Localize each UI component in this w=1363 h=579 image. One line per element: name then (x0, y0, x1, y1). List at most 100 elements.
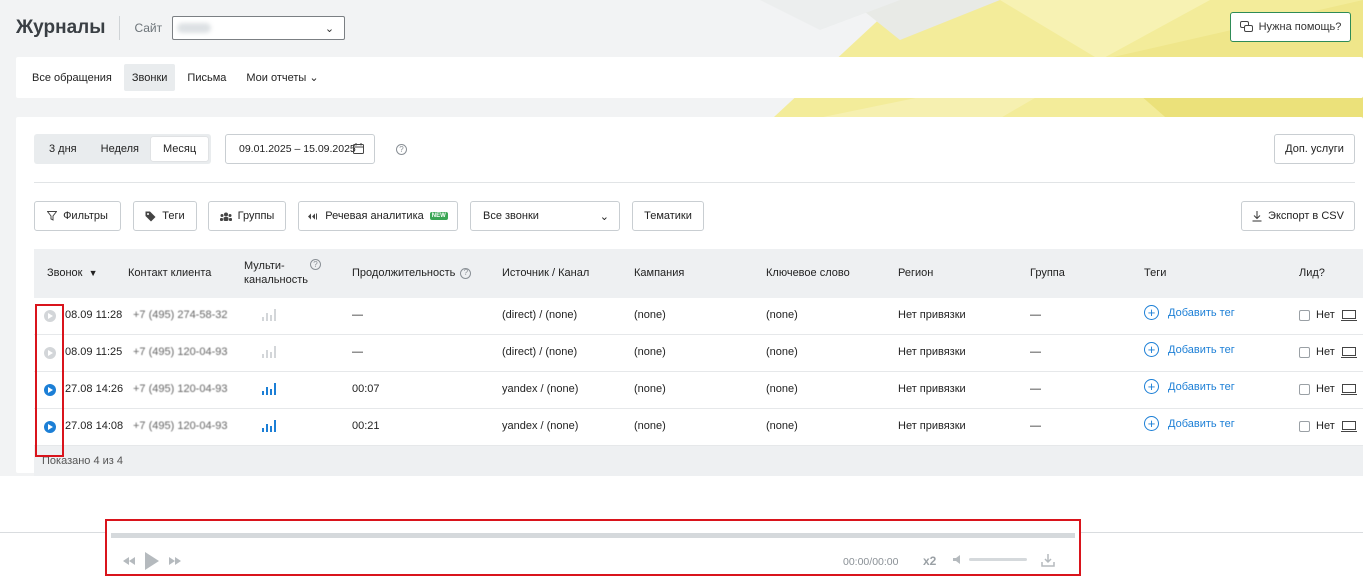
divider (34, 182, 1355, 183)
call-keyword: (none) (766, 383, 798, 395)
export-csv-button[interactable]: Экспорт в CSV (1241, 201, 1355, 231)
site-select[interactable]: ⌄ (172, 16, 346, 40)
lead-checkbox[interactable] (1299, 420, 1310, 432)
users-icon (219, 212, 232, 221)
speech-analytics-button[interactable]: Речевая аналитика NEW (298, 201, 458, 231)
client-phone: +7 (495) 274-58-32 (133, 309, 228, 321)
add-tag-link[interactable]: + Добавить тег (1144, 305, 1235, 320)
volume-icon[interactable] (953, 555, 961, 564)
journal-tabs: Все обращения Звонки Письма Мои отчеты ⌄ (16, 57, 1363, 98)
date-range-value: 09.01.2025 – 15.09.2025 (239, 143, 356, 155)
monitor-icon (1340, 420, 1357, 432)
date-range-input[interactable]: 09.01.2025 – 15.09.2025 (225, 134, 375, 164)
chevron-down-icon: ⌄ (599, 211, 609, 223)
call-duration: 00:07 (352, 383, 380, 395)
tab-all-requests[interactable]: Все обращения (24, 64, 120, 91)
duration-help-icon[interactable]: ? (460, 267, 472, 279)
help-button[interactable]: Нужна помощь? (1230, 12, 1351, 42)
col-call[interactable]: Звонок ▼ (47, 266, 98, 280)
call-region: Нет привязки (898, 420, 966, 432)
calls-type-value: Все звонки (483, 210, 539, 222)
tab-letters[interactable]: Письма (179, 64, 234, 91)
period-3-days[interactable]: 3 дня (37, 137, 89, 161)
call-duration: — (352, 309, 363, 321)
player-controls (123, 552, 181, 570)
topics-button[interactable]: Тематики (632, 201, 704, 231)
add-tag-label: Добавить тег (1168, 306, 1235, 319)
table-header: Звонок ▼ Контакт клиента Мульти- канальн… (34, 249, 1363, 298)
header-divider (119, 16, 121, 40)
calls-type-select[interactable]: Все звонки ⌄ (470, 201, 620, 231)
col-contact: Контакт клиента (128, 267, 212, 279)
table-row[interactable]: 08.09 11:28 +7 (495) 274-58-32 — (direct… (34, 298, 1363, 335)
col-lead: Лид? (1299, 267, 1325, 279)
multichannel-bars-icon (262, 383, 276, 395)
call-source: yandex / (none) (502, 420, 579, 432)
lead-value: Нет (1316, 420, 1335, 432)
fast-forward-icon[interactable] (169, 557, 181, 565)
call-region: Нет привязки (898, 383, 966, 395)
add-tag-link[interactable]: + Добавить тег (1144, 342, 1235, 357)
speed-button[interactable]: x2 (923, 554, 936, 568)
lead-checkbox[interactable] (1299, 309, 1310, 321)
volume-control (953, 555, 1027, 564)
tab-my-reports[interactable]: Мои отчеты ⌄ (238, 64, 326, 91)
rewind-icon[interactable] (123, 557, 135, 565)
col-keyword: Ключевое слово (766, 267, 850, 279)
date-help-icon[interactable]: ? (396, 144, 407, 155)
add-tag-label: Добавить тег (1168, 343, 1235, 356)
col-region: Регион (898, 267, 934, 279)
call-datetime: 08.09 11:25 (65, 346, 123, 358)
volume-slider[interactable] (969, 558, 1027, 561)
table-row[interactable]: 08.09 11:25 +7 (495) 120-04-93 — (direct… (34, 335, 1363, 372)
calendar-icon (353, 143, 364, 154)
call-duration: 00:21 (352, 420, 380, 432)
calls-table: Звонок ▼ Контакт клиента Мульти- канальн… (34, 249, 1363, 476)
call-keyword: (none) (766, 346, 798, 358)
lead-cell: Нет (1299, 383, 1357, 395)
add-tag-link[interactable]: + Добавить тег (1144, 416, 1235, 431)
chevron-down-icon: ⌄ (324, 23, 335, 35)
call-duration: — (352, 346, 363, 358)
call-datetime: 27.08 14:26 (65, 383, 124, 395)
add-tag-link[interactable]: + Добавить тег (1144, 379, 1235, 394)
period-month[interactable]: Месяц (151, 137, 209, 161)
player-area: 00:00/00:00 x2 (0, 476, 1363, 579)
tab-label: Звонки (131, 71, 168, 84)
col-multichannel-line1: Мульти- (244, 260, 285, 272)
period-switcher: 3 дня Неделя Месяц (34, 134, 212, 164)
call-region: Нет привязки (898, 346, 966, 358)
tags-button[interactable]: Теги (133, 201, 197, 231)
progress-bar[interactable] (111, 533, 1075, 538)
call-campaign: (none) (634, 420, 666, 432)
tab-calls[interactable]: Звонки (123, 64, 176, 91)
lead-checkbox[interactable] (1299, 383, 1310, 395)
call-group: — (1030, 420, 1041, 432)
table-row[interactable]: 27.08 14:26 +7 (495) 120-04-93 00:07 yan… (34, 372, 1363, 409)
play-column-highlight (35, 304, 64, 457)
groups-label: Группы (237, 210, 275, 222)
tag-icon (145, 211, 156, 221)
monitor-icon (1340, 309, 1357, 321)
filters-button[interactable]: Фильтры (34, 201, 121, 231)
call-region: Нет привязки (898, 309, 966, 321)
client-phone: +7 (495) 120-04-93 (133, 420, 228, 432)
sort-down-icon: ▼ (88, 268, 98, 278)
col-source: Источник / Канал (502, 267, 590, 279)
play-icon[interactable] (145, 552, 159, 570)
lead-checkbox[interactable] (1299, 346, 1310, 358)
extra-services-button[interactable]: Доп. услуги (1274, 134, 1355, 164)
site-label: Сайт (134, 21, 163, 35)
table-row[interactable]: 27.08 14:08 +7 (495) 120-04-93 00:21 yan… (34, 409, 1363, 446)
col-duration-label: Продолжительность (352, 267, 456, 279)
call-source: (direct) / (none) (502, 309, 578, 321)
download-icon[interactable] (1041, 554, 1055, 567)
call-group: — (1030, 383, 1041, 395)
period-week[interactable]: Неделя (89, 137, 151, 161)
call-campaign: (none) (634, 383, 666, 395)
groups-button[interactable]: Группы (208, 201, 286, 231)
help-button-label: Нужна помощь? (1258, 21, 1342, 33)
tab-label: Письма (187, 71, 227, 84)
multichannel-help-icon[interactable]: ? (310, 259, 321, 270)
plus-circle-icon: + (1144, 342, 1159, 357)
